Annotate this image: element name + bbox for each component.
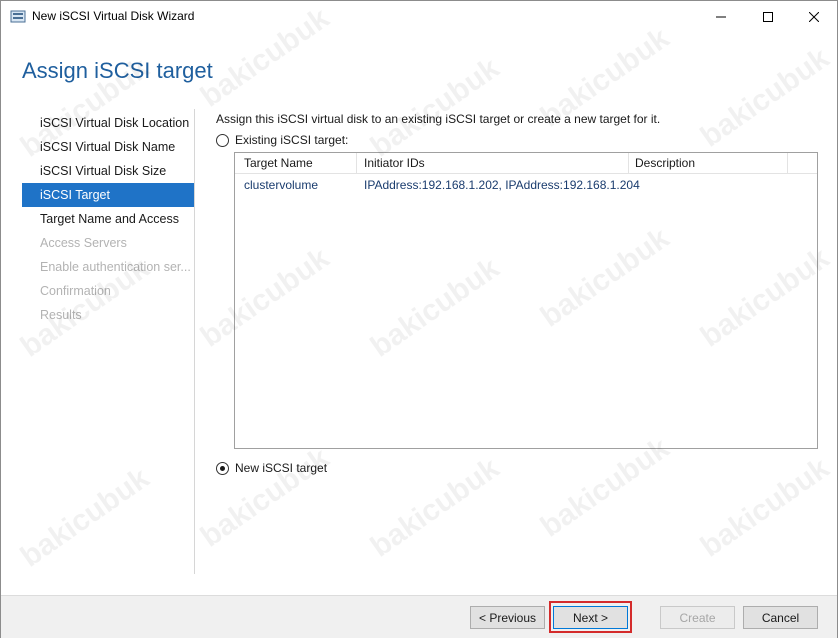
nav-divider [194,109,195,574]
list-header: Target Name Initiator IDs Description [235,153,817,174]
maximize-icon [763,11,773,22]
minimize-icon [716,16,726,17]
maximize-button[interactable] [745,1,791,32]
create-button: Create [660,606,735,629]
intro-text: Assign this iSCSI virtual disk to an exi… [216,112,661,126]
existing-target-radio[interactable] [216,133,229,147]
nav-item-disk-location[interactable]: iSCSI Virtual Disk Location [22,111,194,135]
nav-item-disk-size[interactable]: iSCSI Virtual Disk Size [22,159,194,183]
new-target-radio[interactable] [216,461,229,475]
watermark: bakicubuk [194,441,336,554]
watermark: bakicubuk [14,461,156,574]
cell-initiator-ids: IPAddress:192.168.1.202, IPAddress:192.1… [364,178,640,192]
page-title: Assign iSCSI target [22,58,213,83]
cell-description [629,174,638,196]
column-description[interactable]: Description [629,153,788,174]
nav-item-target-name-access[interactable]: Target Name and Access [22,207,194,231]
window-title: New iSCSI Virtual Disk Wizard [32,9,195,23]
watermark: bakicubuk [364,451,506,564]
table-row[interactable]: clustervolume IPAddress:192.168.1.202, I… [235,174,817,196]
server-app-icon [10,9,26,23]
minimize-button[interactable] [698,1,744,32]
watermark: bakicubuk [694,41,836,154]
title-bar: New iSCSI Virtual Disk Wizard [1,1,837,32]
column-initiator-ids[interactable]: Initiator IDs [357,153,629,174]
close-button[interactable] [791,1,837,32]
nav-item-enable-authentication: Enable authentication ser... [40,260,191,274]
column-target-name[interactable]: Target Name [235,153,357,174]
existing-target-option[interactable]: Existing iSCSI target: [216,133,348,147]
previous-button[interactable]: < Previous [470,606,545,629]
wizard-window: New iSCSI Virtual Disk Wizard Assign iSC… [0,0,838,638]
nav-item-confirmation: Confirmation [40,284,111,298]
targets-list[interactable]: Target Name Initiator IDs Description cl… [234,152,818,449]
nav-item-iscsi-target[interactable]: iSCSI Target [22,183,194,207]
next-button[interactable]: Next > [553,606,628,629]
watermark: bakicubuk [694,451,836,564]
nav-item-disk-name[interactable]: iSCSI Virtual Disk Name [22,135,194,159]
new-target-option[interactable]: New iSCSI target [216,461,327,475]
new-target-label: New iSCSI target [235,461,328,475]
nav-item-results: Results [40,308,82,322]
nav-item-access-servers: Access Servers [40,236,127,250]
cancel-button[interactable]: Cancel [743,606,818,629]
cell-target-name: clustervolume [244,178,319,192]
wizard-steps-nav: iSCSI Virtual Disk Location iSCSI Virtua… [22,111,194,327]
watermark: bakicubuk [364,51,506,164]
existing-target-label: Existing iSCSI target: [235,133,349,147]
close-icon [809,11,819,22]
